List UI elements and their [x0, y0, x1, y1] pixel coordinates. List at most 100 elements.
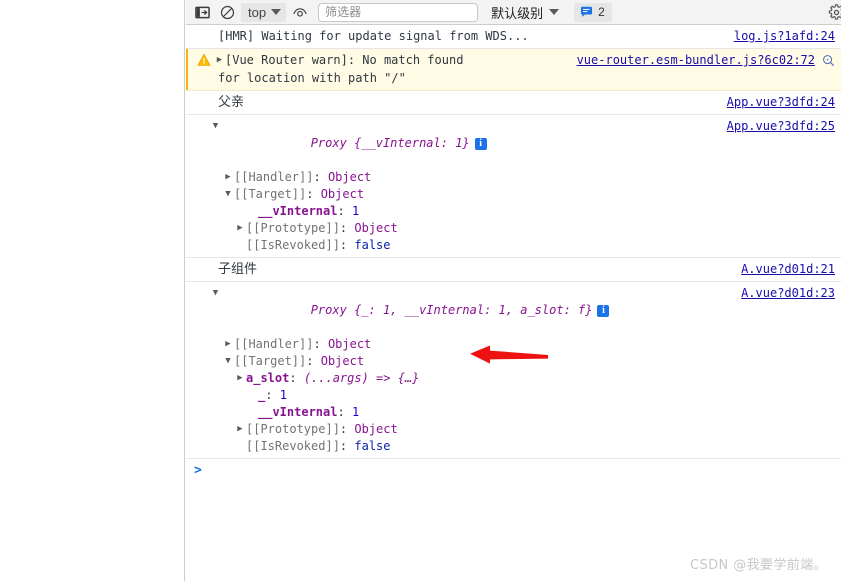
filter-placeholder: 筛选器 — [325, 4, 362, 19]
tree-row[interactable]: _: 1 — [210, 387, 841, 404]
expand-triangle-icon[interactable]: ▶ — [234, 421, 246, 438]
message-text: 父亲 — [218, 95, 245, 110]
console-message-log[interactable]: [HMR] Waiting for update signal from WDS… — [186, 25, 841, 49]
message-text: [HMR] Waiting for update signal from WDS… — [218, 29, 529, 43]
search-icon[interactable] — [822, 54, 835, 70]
tree-row[interactable]: ▼ [[Target]]: Object — [210, 353, 841, 370]
tree-row[interactable]: __vInternal: 1 — [210, 203, 841, 220]
console-message-object[interactable]: ▼ Proxy {_: 1, __vInternal: 1, a_slot: f… — [186, 282, 841, 459]
source-link[interactable]: vue-router.esm-bundler.js?6c02:72 — [577, 52, 815, 69]
issues-count: 2 — [598, 5, 605, 19]
filter-input[interactable]: 筛选器 — [318, 2, 479, 22]
tree-sep: : — [337, 204, 352, 218]
tree-row[interactable]: [[IsRevoked]]: false — [210, 438, 841, 455]
warning-triangle-icon — [197, 53, 211, 67]
console-sidebar-icon[interactable] — [191, 2, 213, 22]
expand-warning-triangle-icon[interactable]: ▶ — [214, 52, 225, 69]
devtools-console-panel: top 筛选器 默认级别 2 [HMR] Waiting for update … — [186, 0, 841, 581]
tree-sep: : — [306, 187, 321, 201]
tree-value[interactable]: (...args) => {…} — [304, 371, 420, 385]
object-preview: {_: 1, __vInternal: 1, a_slot: f} — [354, 303, 593, 317]
tree-value[interactable]: Object — [354, 422, 397, 436]
tree-sep: : — [289, 371, 304, 385]
execution-context-selector[interactable]: top — [241, 2, 287, 22]
object-class-name: Proxy — [310, 303, 347, 317]
object-class-name: Proxy — [310, 136, 347, 150]
log-level-selector[interactable]: 默认级别 — [491, 3, 560, 22]
source-link[interactable]: A.vue?d01d:23 — [741, 285, 835, 302]
console-message-warning[interactable]: ▶ [Vue Router warn]: No match found vue-… — [186, 49, 841, 91]
tree-sep: : — [313, 170, 328, 184]
tree-value[interactable]: Object — [328, 170, 371, 184]
tree-value[interactable]: Object — [321, 187, 364, 201]
tree-key: __vInternal — [258, 405, 338, 419]
execution-context-label: top — [248, 4, 267, 20]
tree-key: [[Handler]] — [234, 170, 314, 184]
gear-icon[interactable] — [825, 2, 841, 22]
tree-value[interactable]: Object — [328, 337, 371, 351]
eye-icon[interactable] — [289, 2, 311, 22]
info-badge-icon[interactable]: i — [597, 305, 610, 317]
clear-console-icon[interactable] — [216, 2, 238, 22]
tree-sep: : — [313, 337, 328, 351]
tree-value[interactable]: Object — [321, 354, 364, 368]
tree-key: [[Prototype]] — [246, 422, 340, 436]
tree-sep: : — [339, 221, 355, 235]
tree-value: 1 — [279, 388, 287, 402]
tree-row[interactable]: ▼ [[Target]]: Object — [210, 186, 841, 203]
source-link[interactable]: A.vue?d01d:21 — [741, 261, 835, 278]
tree-sep: : — [265, 388, 280, 402]
object-tree: ▶ [[Handler]]: Object ▼ [[Target]]: Obje… — [186, 169, 841, 254]
console-message-list[interactable]: [HMR] Waiting for update signal from WDS… — [186, 25, 841, 581]
tree-key: [[Target]] — [234, 187, 307, 201]
page-root: top 筛选器 默认级别 2 [HMR] Waiting for update … — [0, 0, 841, 581]
source-link[interactable]: log.js?1afd:24 — [734, 28, 835, 45]
issues-counter-button[interactable]: 2 — [574, 2, 612, 22]
tree-sep: : — [339, 422, 355, 436]
tree-value: false — [354, 238, 391, 252]
message-text: [Vue Router warn]: No match found — [225, 53, 464, 67]
collapse-object-triangle-icon[interactable]: ▼ — [210, 118, 221, 135]
tree-row[interactable]: ▶ [[Handler]]: Object — [210, 336, 841, 353]
log-level-label: 默认级别 — [491, 6, 544, 22]
tree-key: __vInternal — [258, 204, 338, 218]
tree-key: [[Target]] — [234, 354, 307, 368]
tree-sep: : — [339, 439, 355, 453]
tree-key: [[IsRevoked]] — [246, 439, 340, 453]
message-text: 子组件 — [218, 262, 258, 277]
tree-row[interactable]: ▶ [[Prototype]]: Object — [210, 220, 841, 237]
tree-row[interactable]: [[IsRevoked]]: false — [210, 237, 841, 254]
tree-key: a_slot — [246, 371, 290, 385]
console-message-log[interactable]: 父亲 App.vue?3dfd:24 — [186, 91, 841, 115]
info-badge-icon[interactable]: i — [474, 138, 487, 150]
expand-triangle-icon[interactable]: ▶ — [222, 169, 234, 186]
tree-value: false — [354, 439, 391, 453]
object-preview: {__vInternal: 1} — [354, 136, 470, 150]
expand-triangle-icon[interactable]: ▶ — [234, 370, 246, 387]
tree-row-a-slot[interactable]: ▶ a_slot: (...args) => {…} — [210, 370, 841, 387]
tree-row[interactable]: __vInternal: 1 — [210, 404, 841, 421]
console-prompt[interactable]: > — [186, 459, 841, 483]
collapse-triangle-icon[interactable]: ▼ — [222, 353, 234, 370]
object-tree: ▶ [[Handler]]: Object ▼ [[Target]]: Obje… — [186, 336, 841, 455]
collapse-object-triangle-icon[interactable]: ▼ — [210, 285, 221, 302]
expand-triangle-icon[interactable]: ▶ — [222, 336, 234, 353]
page-left-blank-area — [0, 0, 185, 581]
tree-key: [[Prototype]] — [246, 221, 340, 235]
console-message-object[interactable]: ▼ Proxy {__vInternal: 1} i App.vue?3dfd:2… — [186, 115, 841, 258]
tree-row[interactable]: ▶ [[Handler]]: Object — [210, 169, 841, 186]
tree-value[interactable]: Object — [354, 221, 397, 235]
source-link[interactable]: App.vue?3dfd:25 — [727, 118, 835, 135]
console-message-log[interactable]: 子组件 A.vue?d01d:21 — [186, 258, 841, 282]
message-bubble-icon — [580, 6, 593, 18]
tree-key: [[IsRevoked]] — [246, 238, 340, 252]
tree-sep: : — [339, 238, 355, 252]
chevron-down-icon — [271, 9, 282, 15]
collapse-triangle-icon[interactable]: ▼ — [222, 186, 234, 203]
watermark: CSDN @我要学前端。 — [690, 558, 827, 573]
expand-triangle-icon[interactable]: ▶ — [234, 220, 246, 237]
source-link[interactable]: App.vue?3dfd:24 — [727, 94, 835, 111]
tree-row[interactable]: ▶ [[Prototype]]: Object — [210, 421, 841, 438]
tree-key: [[Handler]] — [234, 337, 314, 351]
console-toolbar: top 筛选器 默认级别 2 — [186, 0, 841, 25]
